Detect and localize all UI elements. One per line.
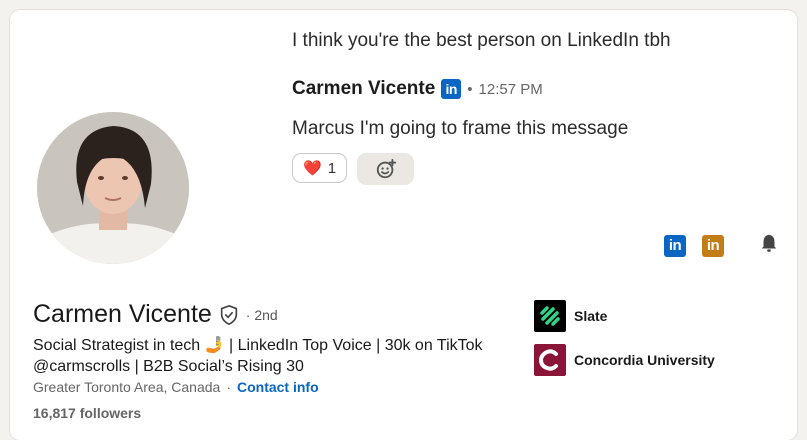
profile-card: I think you're the best person on Linked… [10,10,797,440]
company-name: Slate [574,308,608,324]
message-header: Carmen Vicente in • 12:57 PM [292,78,543,100]
previous-message-text: I think you're the best person on Linked… [292,30,671,51]
profile-photo [37,112,189,264]
message-separator: • [467,80,473,98]
slate-logo-icon [534,300,566,332]
message-timestamp: 12:57 PM [478,80,543,98]
contact-info-link[interactable]: Contact info [237,379,319,395]
profile-name: Carmen Vicente [33,300,212,328]
experience-item-slate[interactable]: Slate [534,300,607,332]
heart-reaction-chip[interactable]: ❤️ 1 [292,153,348,183]
add-reaction-button[interactable] [357,153,415,185]
experience-item-concordia[interactable]: Concordia University [534,344,715,376]
avatar[interactable] [37,112,189,264]
profile-actions: in in [664,232,780,259]
notification-bell-icon [761,234,777,252]
linkedin-blue-icon[interactable]: in [664,234,686,257]
heart-icon: ❤️ [303,160,322,177]
verified-shield-icon[interactable] [218,304,240,326]
location: Greater Toronto Area, Canada [33,379,221,395]
followers-count[interactable]: 16,817 followers [33,405,141,421]
message-text: Marcus I'm going to frame this message [292,118,629,139]
profile-headline: Social Strategist in tech 🤳 | LinkedIn T… [33,337,483,375]
bell-icon[interactable] [758,232,780,259]
location-separator: · [226,379,231,395]
connection-degree: · 2nd [245,306,278,323]
location-row: Greater Toronto Area, Canada · Contact i… [33,379,319,395]
profile-name-row: Carmen Vicente · 2nd [33,300,278,329]
message-sender-name[interactable]: Carmen Vicente [292,78,435,100]
emoji-add-icon [376,158,396,179]
linkedin-gold-icon[interactable]: in [702,234,724,257]
reaction-count: 1 [327,159,337,177]
linkedin-badge-icon: in [441,79,462,99]
school-name: Concordia University [574,352,715,368]
message-reactions: ❤️ 1 [292,153,415,185]
concordia-logo-icon [534,344,566,376]
